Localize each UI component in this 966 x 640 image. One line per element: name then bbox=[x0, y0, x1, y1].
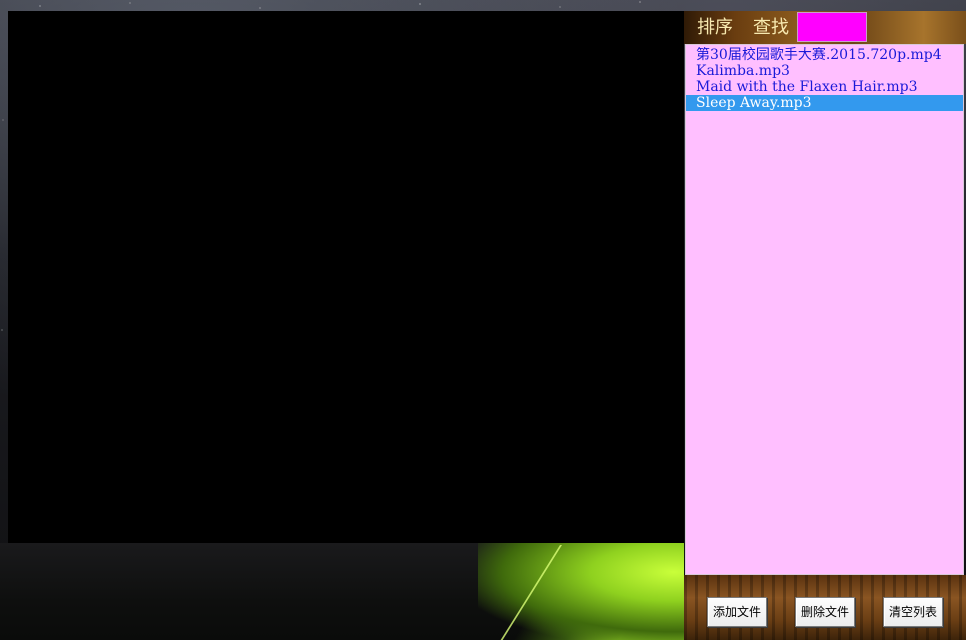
playlist-action-bar: 添加文件 删除文件 清空列表 bbox=[684, 575, 966, 640]
player-window: 排序 查找 第30届校园歌手大赛.2015.720p.mp4 Kalimba.m… bbox=[0, 0, 966, 640]
playlist-item-selected[interactable]: Sleep Away.mp3 bbox=[686, 95, 963, 111]
playlist-list[interactable]: 第30届校园歌手大赛.2015.720p.mp4 Kalimba.mp3 Mai… bbox=[685, 44, 964, 575]
playlist-item[interactable]: Kalimba.mp3 bbox=[686, 63, 963, 79]
find-button[interactable]: 查找 bbox=[753, 16, 789, 40]
add-file-button[interactable]: 添加文件 bbox=[707, 597, 767, 627]
sort-button[interactable]: 排序 bbox=[697, 16, 733, 40]
video-display[interactable] bbox=[8, 11, 684, 543]
playlist-panel: 排序 查找 第30届校园歌手大赛.2015.720p.mp4 Kalimba.m… bbox=[684, 11, 966, 640]
delete-file-button[interactable]: 删除文件 bbox=[795, 597, 855, 627]
clear-list-button[interactable]: 清空列表 bbox=[883, 597, 943, 627]
playlist-toolbar: 排序 查找 bbox=[684, 11, 966, 44]
search-input[interactable] bbox=[797, 12, 867, 42]
playlist-item[interactable]: 第30届校园歌手大赛.2015.720p.mp4 bbox=[686, 47, 963, 63]
playlist-item[interactable]: Maid with the Flaxen Hair.mp3 bbox=[686, 79, 963, 95]
